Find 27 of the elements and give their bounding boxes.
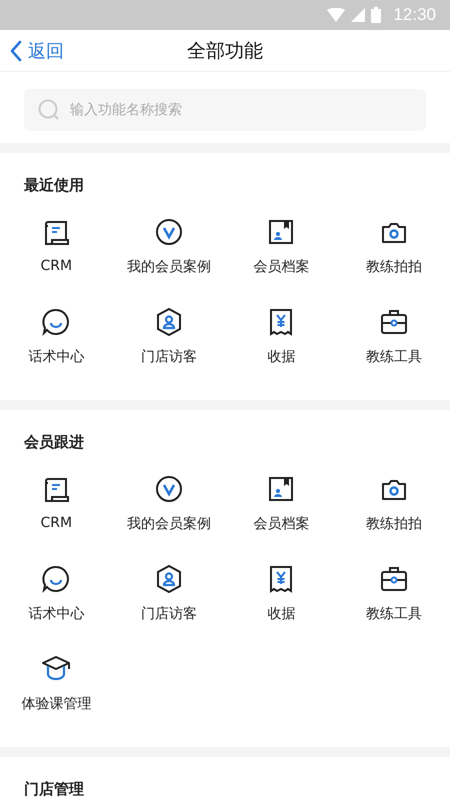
feature-button[interactable]: 体验课管理 xyxy=(0,653,112,743)
page-title: 全部功能 xyxy=(187,38,263,64)
feature-button[interactable]: 会员档案 xyxy=(225,216,338,306)
feature-button[interactable]: 话术中心 xyxy=(0,563,112,653)
feature-button[interactable]: 门店访客 xyxy=(112,563,225,653)
feature-button[interactable]: 会员档案 xyxy=(225,473,338,563)
signal-icon xyxy=(351,8,366,22)
feature-button[interactable]: 教练拍拍 xyxy=(338,216,450,306)
battery-icon xyxy=(371,7,382,23)
feature-button[interactable]: 话术中心 xyxy=(0,306,112,396)
section-title: 最近使用 xyxy=(23,175,85,196)
wifi-icon xyxy=(327,8,346,22)
feature-button[interactable]: CRM xyxy=(0,216,112,306)
feature-button[interactable]: 收据 xyxy=(225,563,338,653)
section-title: 门店管理 xyxy=(23,779,85,800)
feature-button[interactable]: 收据 xyxy=(225,306,338,396)
feature-button[interactable]: 我的会员案例 xyxy=(112,216,225,306)
back-button[interactable]: 返回 xyxy=(0,38,64,62)
chevron-left-icon xyxy=(10,40,22,62)
feature-button[interactable]: 教练拍拍 xyxy=(338,473,450,563)
feature-button[interactable]: CRM xyxy=(0,473,112,563)
feature-button[interactable]: 教练工具 xyxy=(338,563,450,653)
feature-button[interactable]: 教练工具 xyxy=(338,306,450,396)
search-field[interactable]: 输入功能名称搜索 xyxy=(24,89,426,131)
section-title: 会员跟进 xyxy=(22,432,85,453)
feature-button[interactable]: 我的会员案例 xyxy=(112,473,225,563)
feature-button[interactable]: 门店访客 xyxy=(112,306,225,396)
